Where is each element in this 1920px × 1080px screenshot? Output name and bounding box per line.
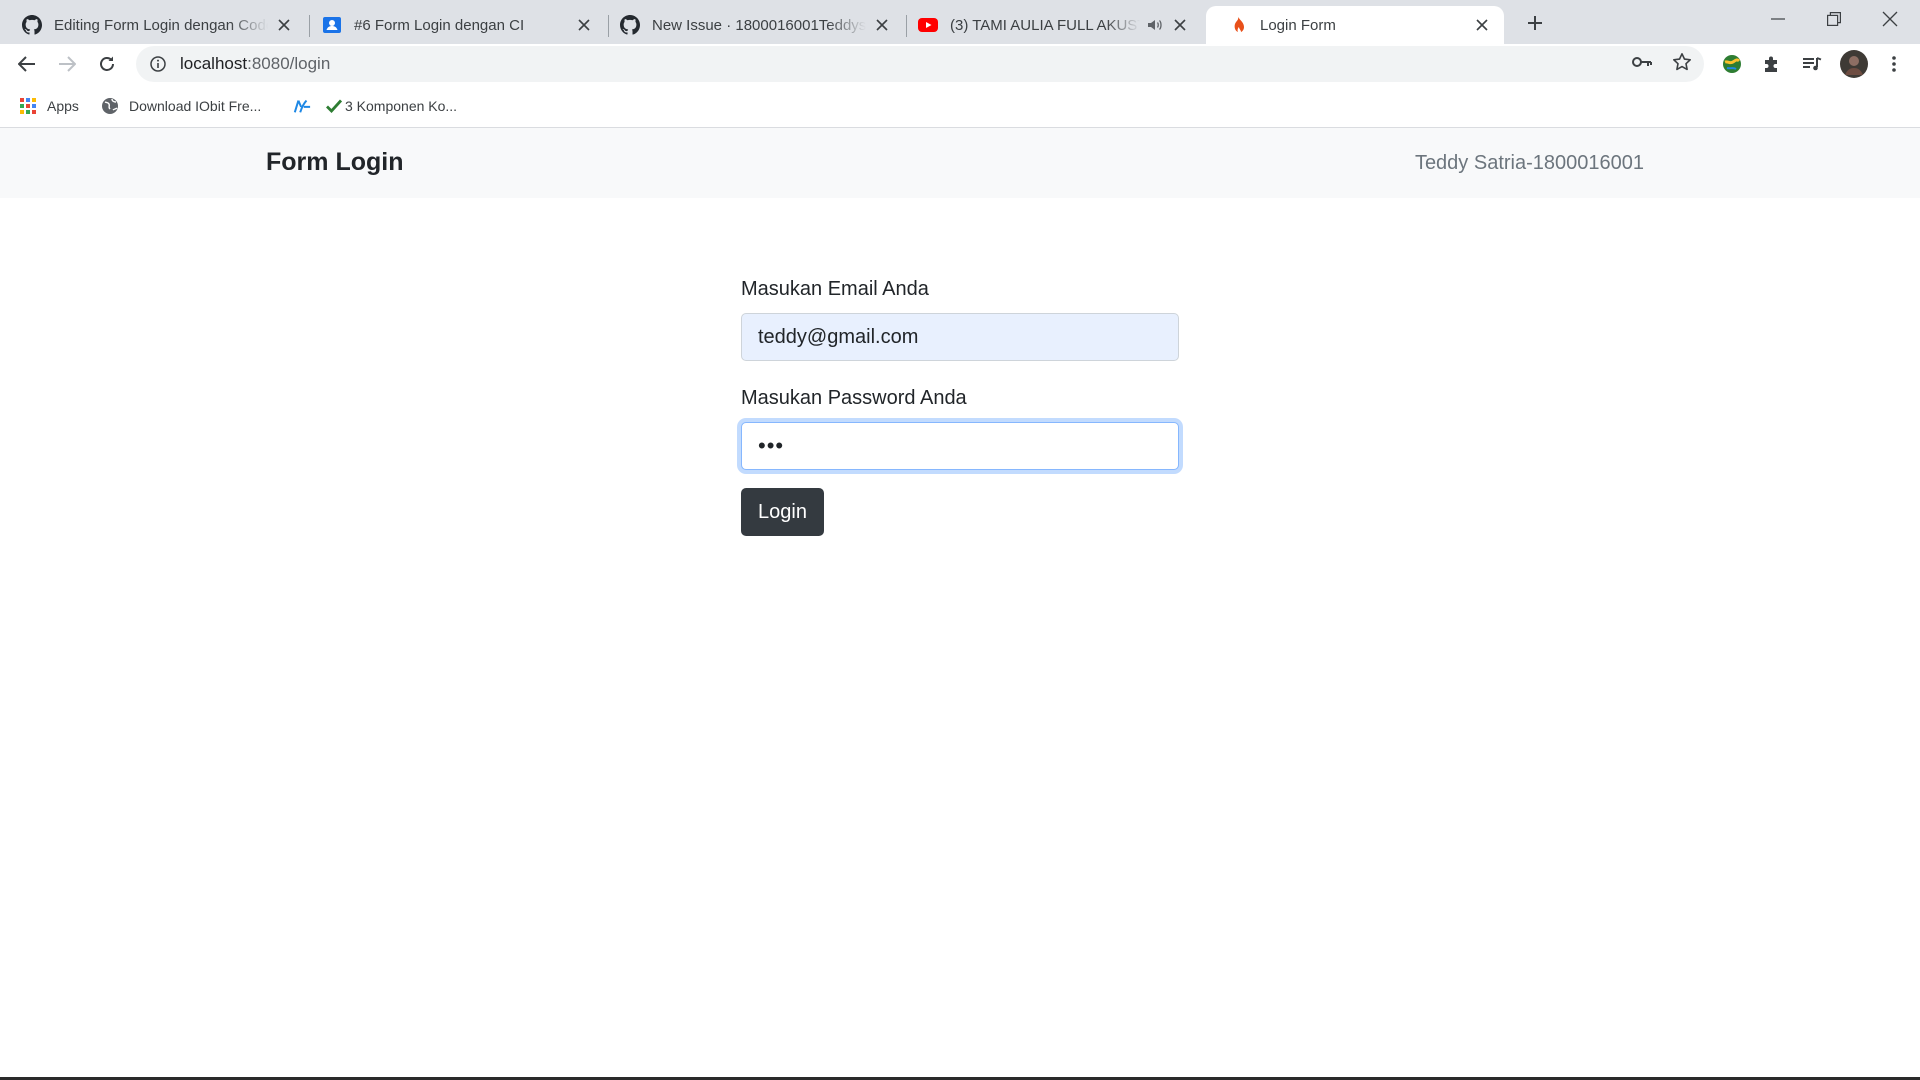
apps-grid-icon [19,97,37,115]
tab-login-form[interactable]: Login Form [1206,6,1504,44]
minimize-icon [1771,18,1785,20]
reload-icon [98,55,116,73]
back-button[interactable] [11,48,43,80]
forward-arrow-icon [58,56,76,72]
email-label: Masukan Email Anda [741,278,929,300]
bookmarks-bar: Apps Download IObit Fre... 3 Komponen Ko… [0,84,1920,128]
classroom-icon [322,15,342,35]
globe-icon [101,97,119,115]
minimize-button[interactable] [1750,0,1806,38]
close-tab-icon[interactable] [1472,15,1492,35]
login-button[interactable]: Login [741,488,824,536]
tab-title: Editing Form Login dengan Code [54,16,268,34]
new-tab-button[interactable] [1520,8,1550,38]
bookmark-label: Apps [47,98,79,114]
checkmark-icon [325,97,343,115]
close-tab-icon[interactable] [574,15,594,35]
address-bar[interactable]: localhost:8080/login [136,46,1704,82]
star-icon[interactable] [1672,52,1692,72]
github-icon [22,15,42,35]
navbar-user-text: Teddy Satria-1800016001 [1414,152,1644,174]
email-field[interactable]: teddy@gmail.com [741,313,1179,361]
password-value: ••• [758,433,785,458]
avatar[interactable] [1840,50,1868,78]
tab-form-login-ci[interactable]: #6 Form Login dengan CI [300,6,606,44]
url-text[interactable]: localhost:8080/login [180,54,330,74]
tab-title: New Issue · 1800016001Teddysatria [652,16,866,34]
tab-youtube[interactable]: (3) TAMI AULIA FULL AKUSTIK [896,6,1202,44]
bookmark-iobit[interactable]: Download IObit Fre... [101,94,261,118]
extension-globe-icon[interactable] [1720,52,1744,76]
close-tab-icon[interactable] [1170,15,1190,35]
flame-icon [1228,15,1248,35]
close-window-button[interactable] [1862,0,1918,38]
key-icon[interactable] [1632,52,1652,72]
close-tab-icon[interactable] [872,15,892,35]
media-queue-icon[interactable] [1800,52,1824,76]
forward-button[interactable] [51,48,83,80]
password-field[interactable]: ••• [741,422,1179,470]
plus-icon [1526,14,1544,32]
github-icon [620,15,640,35]
tab-title: Login Form [1260,16,1336,34]
tab-title: #6 Form Login dengan CI [354,16,525,34]
tab-title: (3) TAMI AULIA FULL AKUSTIK [950,16,1140,34]
page-navbar: Form Login Teddy Satria-1800016001 [0,128,1920,198]
youtube-icon [918,15,938,35]
close-window-icon [1882,11,1898,27]
email-value: teddy@gmail.com [758,325,919,348]
restore-icon [1827,12,1841,26]
restore-button[interactable] [1806,0,1862,38]
bookmark-komponen[interactable]: 3 Komponen Ko... [325,94,457,118]
bookmark-label: Download IObit Fre... [129,98,262,114]
reload-button[interactable] [91,48,123,80]
close-tab-icon[interactable] [274,15,294,35]
navbar-brand[interactable]: Form Login [266,148,403,177]
bookmark-apps[interactable]: Apps [19,94,79,118]
url-path: :8080/login [247,54,331,73]
password-label: Masukan Password Anda [741,387,967,409]
tab-new-issue[interactable]: New Issue · 1800016001Teddysatria [598,6,904,44]
browser-toolbar: localhost:8080/login [0,44,1920,84]
browser-tab-strip: Editing Form Login dengan Code #6 Form L… [0,0,1920,44]
speaker-icon[interactable] [1146,18,1164,32]
info-icon[interactable] [148,54,168,74]
extensions-puzzle-icon[interactable] [1760,52,1784,76]
more-menu-icon[interactable] [1882,52,1906,76]
bookmark-logo-icon [293,97,311,115]
tab-editing-form-login[interactable]: Editing Form Login dengan Code [0,6,306,44]
back-arrow-icon [18,56,36,72]
login-form: Masukan Email Anda teddy@gmail.com Masuk… [741,278,1179,536]
url-host: localhost [180,54,248,73]
bookmark-label: 3 Komponen Ko... [345,98,458,114]
bookmark-logo[interactable] [293,94,315,118]
